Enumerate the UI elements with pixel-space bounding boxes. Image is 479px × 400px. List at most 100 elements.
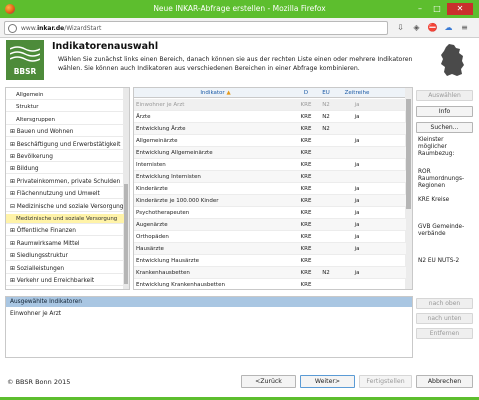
table-row[interactable]: Entwicklung Ärzte KRE N2 [134, 123, 406, 135]
sidebar-item[interactable]: ⊞ Flächennutzung und Umwelt [6, 189, 124, 200]
selected-indicators-header: Ausgewählte Indikatoren [6, 297, 412, 307]
sidebar-item[interactable]: ⊞ Siedlungsstruktur [6, 251, 124, 262]
table-cell-eu: N2 [322, 114, 330, 120]
sidebar-item[interactable]: ⊞ Privateinkommen, private Schulden [6, 177, 124, 187]
table-row[interactable]: Orthopäden KRE ja [134, 231, 406, 243]
table-cell-zr: ja [354, 162, 360, 168]
copyright-text: © BBSR Bonn 2015 [7, 378, 71, 386]
table-cell-d: KRE [300, 138, 312, 144]
column-zeitreihe[interactable]: Zeitreihe [337, 88, 377, 98]
sidebar-item[interactable]: ⊞ Sozialleistungen [6, 264, 124, 274]
kre-legend: KRE Kreise [418, 197, 450, 203]
sidebar-scroll-thumb[interactable] [124, 184, 128, 284]
table-row[interactable]: Internisten KRE ja [134, 159, 406, 171]
table-cell-ind: Orthopäden [136, 234, 169, 240]
table-cell-ind: Kinderärzte je 100.000 Kinder [136, 198, 219, 204]
sidebar-item[interactable]: Struktur [6, 102, 124, 113]
table-row[interactable]: Kinderärzte je 100.000 Kinder KRE ja [134, 195, 406, 207]
table-cell-d: KRE [300, 102, 312, 108]
table-row[interactable]: Augenärzte KRE ja [134, 219, 406, 231]
table-cell-ind: Ärzte [136, 114, 151, 120]
table-row[interactable]: Krankenhausbetten KRE N2 ja [134, 267, 406, 279]
selected-indicator-item[interactable]: Einwohner je Arzt [10, 309, 61, 319]
sidebar-item[interactable]: ⊞ Verkehr und Erreichbarkeit [6, 276, 124, 286]
table-cell-zr [337, 123, 377, 135]
column-indikator[interactable]: Indikator ▲ [134, 88, 297, 98]
move-up-button[interactable]: nach oben [416, 298, 473, 309]
maximize-button[interactable]: □ [429, 3, 445, 15]
cancel-button[interactable]: Abbrechen [416, 375, 473, 388]
sidebar-item[interactable]: ⊞ Bevölkerung [6, 152, 124, 162]
back-button[interactable]: <Zurück [241, 375, 296, 388]
indicator-table: Indikator ▲ D EU Zeitreihe Einwohner je … [133, 87, 413, 290]
info-button[interactable]: Info [416, 106, 473, 117]
auswaehlen-button[interactable]: Auswählen [416, 90, 473, 101]
table-row[interactable]: Entwicklung Allgemeinärzte KRE [134, 147, 406, 159]
adblock-icon[interactable]: ⛔ [426, 21, 439, 34]
table-cell-ind: Entwicklung Ärzte [136, 126, 186, 132]
table-row[interactable]: Entwicklung Krankenhausbetten KRE [134, 279, 406, 289]
table-cell-d: KRE [300, 222, 312, 228]
menu-icon[interactable]: ≡ [458, 21, 471, 34]
table-cell-ind: Einwohner je Arzt [136, 102, 185, 108]
ror-legend: ROR Raumordnungs-Regionen [418, 169, 465, 189]
logo-text: BBSR [13, 67, 37, 76]
table-cell-d: KRE [300, 198, 312, 204]
table-row[interactable]: Kinderärzte KRE ja [134, 183, 406, 195]
table-row[interactable]: Einwohner je Arzt KRE N2 ja [134, 99, 406, 111]
table-cell-zr: ja [354, 138, 360, 144]
sidebar-item[interactable]: ⊟ Medizinische und soziale Versorgung [6, 202, 124, 212]
finish-button[interactable]: Fertigstellen [359, 375, 412, 388]
table-cell-zr [337, 147, 377, 159]
sidebar-item[interactable]: ⊞ Öffentliche Finanzen [6, 226, 124, 237]
table-scrollbar[interactable] [405, 88, 412, 289]
address-text: www.inkar.de/WizardStart [21, 25, 102, 32]
move-down-button[interactable]: nach unten [416, 313, 473, 324]
table-row[interactable]: Psychotherapeuten KRE ja [134, 207, 406, 219]
sidebar-item[interactable]: ⊞ Bauen und Wohnen [6, 127, 124, 138]
table-cell-d: KRE [300, 150, 312, 156]
downloads-icon[interactable]: ⇩ [394, 21, 407, 34]
table-cell-zr [337, 171, 377, 183]
globe-icon [8, 24, 17, 33]
table-cell-d: KRE [300, 246, 312, 252]
sidebar-item[interactable]: Medizinische und soziale Versorgung [6, 214, 124, 224]
selected-indicators-panel: Ausgewählte Indikatoren Einwohner je Arz… [5, 296, 413, 358]
table-cell-ind: Entwicklung Internisten [136, 174, 201, 180]
bbsr-logo: BBSR [6, 40, 44, 80]
sidebar-item[interactable]: ⊞ Raumwirksame Mittel [6, 239, 124, 249]
search-button[interactable]: Suchen... [416, 122, 473, 133]
table-cell-d: KRE [300, 282, 312, 288]
table-cell-eu [315, 219, 337, 231]
sidebar-item[interactable]: ⊞ Bildung [6, 164, 124, 175]
next-button[interactable]: Weiter> [300, 375, 355, 388]
logo-waves-icon [10, 46, 40, 62]
column-eu[interactable]: EU [315, 88, 337, 98]
table-row[interactable]: Hausärzte KRE ja [134, 243, 406, 255]
table-row[interactable]: Entwicklung Hausärzte KRE [134, 255, 406, 267]
table-row[interactable]: Allgemeinärzte KRE ja [134, 135, 406, 147]
table-cell-zr: ja [354, 186, 360, 192]
address-bar[interactable]: www.inkar.de/WizardStart [4, 21, 388, 35]
table-cell-ind: Allgemeinärzte [136, 138, 178, 144]
table-header: Indikator ▲ D EU Zeitreihe [134, 88, 406, 98]
sidebar-item[interactable]: Allgemein [6, 90, 124, 100]
table-scroll-thumb[interactable] [406, 99, 411, 209]
n2-legend: N2 EU NUTS-2 [418, 258, 460, 264]
close-window-button[interactable]: ✕ [447, 3, 473, 15]
column-d[interactable]: D [297, 88, 315, 98]
table-cell-eu [315, 195, 337, 207]
table-cell-d: KRE [300, 258, 312, 264]
sidebar-item[interactable]: ⊞ Beschäftigung und Erwerbstätigkeit [6, 140, 124, 150]
table-cell-eu: N2 [322, 126, 330, 132]
table-cell-eu [315, 207, 337, 219]
minimize-button[interactable]: – [412, 3, 428, 15]
sidebar-item[interactable]: Altersgruppen [6, 115, 124, 125]
remove-button[interactable]: Entfernen [416, 328, 473, 339]
cloud-icon[interactable]: ☁ [442, 21, 455, 34]
table-cell-zr: ja [354, 270, 360, 276]
table-cell-ind: Entwicklung Hausärzte [136, 258, 200, 264]
table-row[interactable]: Ärzte KRE N2 ja [134, 111, 406, 123]
table-row[interactable]: Entwicklung Internisten KRE [134, 171, 406, 183]
addon-icon[interactable]: ◈ [410, 21, 423, 34]
